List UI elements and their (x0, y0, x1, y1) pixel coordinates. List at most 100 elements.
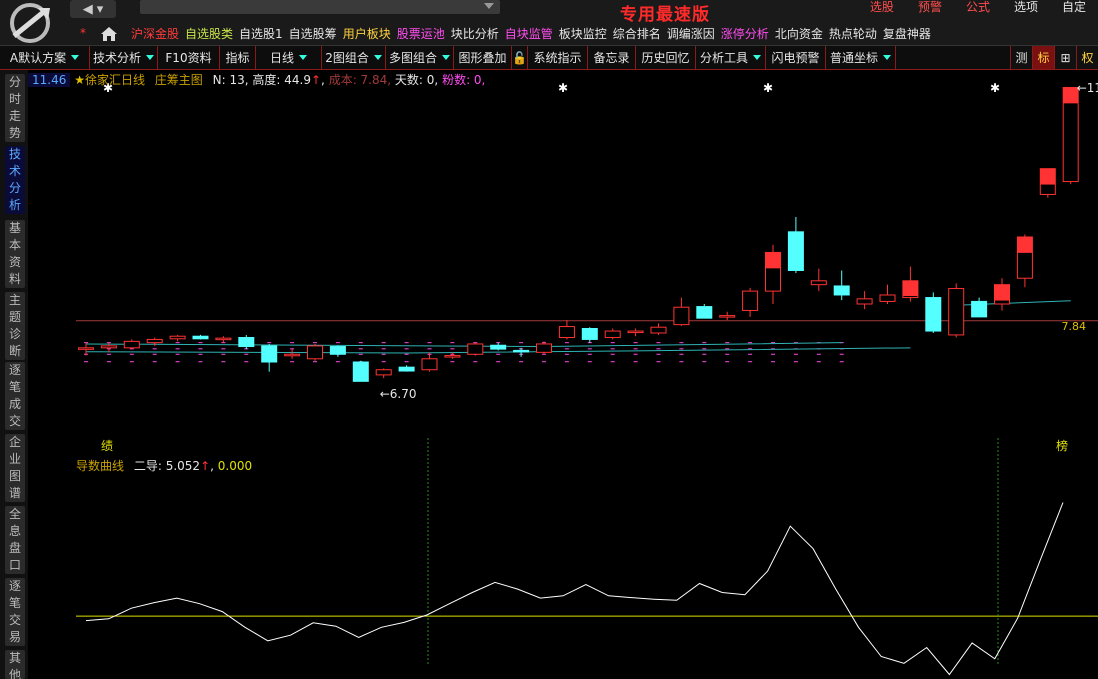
toolbar-item-label: 2图组合 (325, 51, 369, 65)
toolbar-item-7[interactable]: 图形叠加 (454, 46, 512, 69)
sidebar-tab-6[interactable]: 全息盘口 (5, 506, 25, 574)
second-derivative-value: 二导: 5.052 (133, 459, 201, 473)
sidebar-tab-4[interactable]: 逐笔成交 (5, 362, 25, 430)
candle-down (581, 327, 598, 340)
toolbar-item-6[interactable]: 多图组合 (386, 46, 454, 69)
module-item-0[interactable]: 沪深金股 (128, 25, 182, 42)
toolbar-item-1[interactable]: 技术分析 (90, 46, 158, 69)
dropdown-caret-icon[interactable] (753, 55, 762, 60)
top-menu-item-4[interactable]: 自定 (1050, 0, 1098, 16)
sidebar-tab-5[interactable]: 企业图谱 (5, 434, 25, 502)
chevron-down-icon[interactable]: ▾ (97, 2, 104, 17)
toolbar-item-label: 日线 (269, 51, 294, 65)
stock-name: 徐家汇日线 (84, 73, 145, 87)
module-item-11[interactable]: 涨停分析 (718, 25, 772, 42)
sidebar-tab-1[interactable]: 技术分析 (5, 146, 25, 214)
toolbar: A默认方案 技术分析 F10资料 指标 日线 2图组合 多图组合 图形叠加 🔓 系统指示 备忘录 历史… (0, 46, 1098, 70)
toolbar-item-13[interactable]: 闪电预警 (766, 46, 826, 69)
toolbar-item-2[interactable]: F10资料 (158, 46, 220, 69)
toolbar-item-12[interactable]: 分析工具 (696, 46, 766, 69)
dropdown-caret-icon[interactable] (883, 55, 892, 60)
toolbar-item-label: 分析工具 (700, 51, 749, 65)
candle-up (307, 345, 323, 360)
search-dropdown-icon[interactable] (484, 3, 494, 9)
candle-down (261, 345, 278, 363)
limit-up-bar (994, 284, 1010, 301)
toolbar-right-button-3[interactable]: 权 (1076, 46, 1098, 69)
dropdown-caret-icon[interactable] (71, 55, 80, 60)
derivative-curve (85, 502, 1064, 676)
indicator-name[interactable]: 导数曲线 (76, 459, 124, 473)
candle-up (78, 347, 94, 350)
module-item-9[interactable]: 综合排名 (610, 25, 664, 42)
toolbar-item-8[interactable]: 🔓 (512, 46, 528, 69)
module-item-2[interactable]: 自选股1 (236, 25, 286, 42)
candle-up (284, 353, 301, 357)
toolbar-item-label: 普通坐标 (830, 51, 879, 65)
search-input[interactable] (140, 0, 500, 14)
module-item-6[interactable]: 块比分析 (448, 25, 502, 42)
dropdown-caret-icon[interactable] (146, 55, 155, 60)
limit-up-bar (1017, 236, 1033, 253)
module-item-5[interactable]: 股票运池 (394, 25, 448, 42)
dropdown-caret-icon[interactable] (373, 55, 382, 60)
sidebar-tab-2[interactable]: 基本资料 (5, 220, 25, 288)
module-item-1[interactable]: 自选股类 (182, 25, 236, 42)
candle-down (513, 349, 530, 353)
chart-area[interactable]: 7.84✱✱✱✱←6.70←11.5 (28, 70, 1098, 679)
n-value: N: 13, (212, 73, 249, 87)
sidebar-tab-7[interactable]: 逐笔交易 (5, 578, 25, 646)
toolbar-item-label: F10资料 (165, 51, 212, 65)
dropdown-caret-icon[interactable] (442, 55, 451, 60)
main-chart-name[interactable]: 庄筹主图 (155, 73, 203, 87)
sidebar-tab-0[interactable]: 分时走势 (5, 74, 25, 142)
module-item-3[interactable]: 自选股筹 (286, 25, 340, 42)
candle-up (856, 298, 873, 305)
back-arrow-icon[interactable]: ◀ (83, 2, 93, 17)
module-item-13[interactable]: 热点轮动 (826, 25, 880, 42)
candle-down (696, 306, 713, 319)
module-item-7[interactable]: 自块监管 (502, 25, 556, 42)
candle-up (444, 355, 461, 358)
home-icon[interactable] (100, 26, 118, 42)
toolbar-item-label: 图形叠加 (458, 51, 507, 65)
module-item-8[interactable]: 板块监控 (556, 25, 610, 42)
toolbar-item-label: 指标 (225, 51, 250, 65)
toolbar-item-4[interactable]: 日线 (256, 46, 322, 69)
candle-up (650, 326, 667, 334)
toolbar-item-5[interactable]: 2图组合 (322, 46, 386, 69)
favorite-star-icon[interactable]: ★ (74, 73, 85, 87)
sidebar-tab-8[interactable]: 其他 (5, 650, 25, 679)
toolbar-right-button-2[interactable]: ⊞ (1054, 46, 1076, 69)
module-item-14[interactable]: 复盘神器 (880, 25, 934, 42)
candle-up (123, 340, 140, 349)
dropdown-caret-icon[interactable] (299, 55, 307, 60)
toolbar-item-10[interactable]: 备忘录 (588, 46, 636, 69)
candle-down (329, 346, 346, 355)
top-menu-item-3[interactable]: 选项 (1002, 0, 1050, 16)
nav-arrows[interactable]: ◀ ▾ (70, 0, 116, 18)
toolbar-item-14[interactable]: 普通坐标 (826, 46, 896, 69)
toolbar-item-11[interactable]: 历史回忆 (636, 46, 696, 69)
toolbar-item-label: 技术分析 (93, 51, 142, 65)
limit-up-bar (765, 252, 781, 269)
toolbar-item-3[interactable]: 指标 (220, 46, 256, 69)
toolbar-right-button-1[interactable]: 标 (1032, 46, 1054, 69)
days-value: 天数: 0, (394, 73, 439, 87)
toolbar-item-9[interactable]: 系统指示 (528, 46, 588, 69)
toolbar-item-0[interactable]: A默认方案 (0, 46, 90, 69)
candle-up (215, 337, 232, 341)
top-menu-item-0[interactable]: 选股 (858, 0, 906, 16)
module-item-10[interactable]: 调编涨因 (664, 25, 718, 42)
sidebar: 分时走势技术分析基本资料主题诊断逐笔成交企业图谱全息盘口逐笔交易其他 (0, 70, 28, 679)
up-arrow-icon: ↑ (310, 73, 322, 87)
toolbar-right-button-0[interactable]: 测 (1010, 46, 1032, 69)
candle-up (169, 335, 186, 340)
candle-up (810, 280, 827, 286)
module-item-12[interactable]: 北向资金 (772, 25, 826, 42)
top-menu-item-2[interactable]: 公式 (954, 0, 1002, 16)
candle-down (192, 335, 209, 340)
module-item-4[interactable]: 用户板块 (340, 25, 394, 42)
sidebar-tab-3[interactable]: 主题诊断 (5, 292, 25, 360)
top-menu-item-1[interactable]: 预警 (906, 0, 954, 16)
